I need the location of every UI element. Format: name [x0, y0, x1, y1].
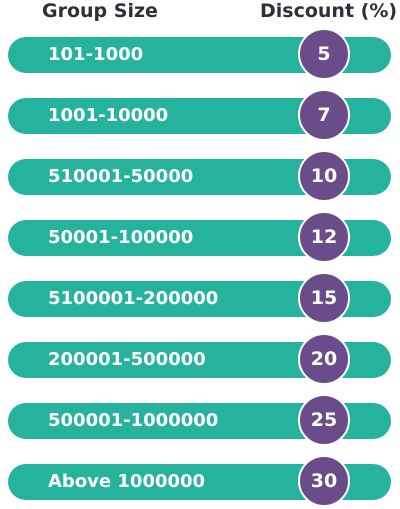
discount-badge: 7 — [298, 89, 350, 141]
discount-row: Above 1000000 30 — [8, 455, 391, 507]
group-size-range: 101-1000 — [48, 44, 144, 65]
discount-rows: 101-1000 5 1001-10000 7 510001-50000 10 50001-… — [0, 0, 400, 509]
group-size-range: 200001-500000 — [48, 349, 206, 370]
group-size-range: 510001-50000 — [48, 166, 194, 187]
discount-row: 500001-1000000 25 — [8, 394, 391, 446]
discount-badge: 10 — [298, 150, 350, 202]
discount-row: 510001-50000 10 — [8, 150, 391, 202]
discount-badge: 12 — [298, 211, 350, 263]
discount-row: 101-1000 5 — [8, 28, 391, 80]
group-size-range: 5100001-200000 — [48, 288, 219, 309]
discount-badge: 25 — [298, 394, 350, 446]
discount-row: 50001-100000 12 — [8, 211, 391, 263]
discount-row: 5100001-200000 15 — [8, 272, 391, 324]
group-size-range: 500001-1000000 — [48, 410, 219, 431]
discount-row: 1001-10000 7 — [8, 89, 391, 141]
discount-badge: 20 — [298, 333, 350, 385]
group-size-range: 50001-100000 — [48, 227, 194, 248]
discount-row: 200001-500000 20 — [8, 333, 391, 385]
group-size-range: Above 1000000 — [48, 471, 206, 492]
group-size-range: 1001-10000 — [48, 105, 169, 126]
discount-badge: 30 — [298, 455, 350, 507]
discount-badge: 5 — [298, 28, 350, 80]
discount-badge: 15 — [298, 272, 350, 324]
